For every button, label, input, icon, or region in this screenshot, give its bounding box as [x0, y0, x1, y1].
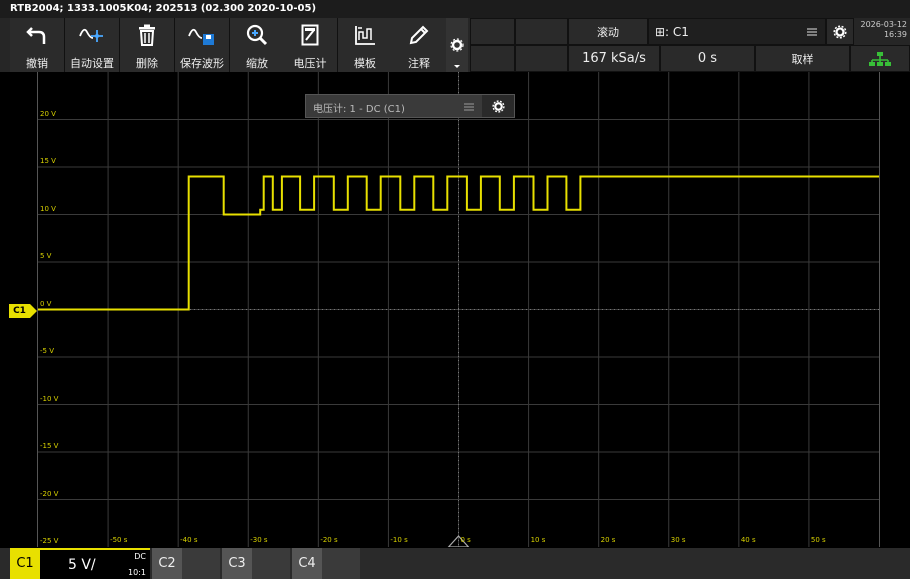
voltmeter-panel[interactable]: 电压计: 1 - DC (C1) [305, 94, 515, 118]
c3-scale-slot[interactable] [252, 548, 290, 579]
title-text: RTB2004; 1333.1005K04; 202513 (02.300 20… [10, 3, 317, 14]
mask-button[interactable]: 模板 [338, 18, 393, 72]
channel-c4-button[interactable]: C4 [292, 548, 322, 579]
status-slot-1 [470, 18, 515, 45]
waveform-plot[interactable]: 20 V 15 V 10 V 5 V 0 V -5 V -10 V -15 V -20 V -25… [37, 72, 880, 547]
x-tick-label: -30 s [250, 536, 268, 544]
c1-vertical-scale[interactable]: 5 V/ DC 10:1 [40, 548, 150, 579]
c3-label: C3 [228, 556, 246, 571]
save-waveform-icon [188, 28, 214, 45]
settings-icon [450, 38, 464, 68]
voltmeter-button[interactable]: 电压计 [283, 18, 338, 72]
delete-label: 删除 [136, 57, 158, 70]
x-tick-label: -10 s [390, 536, 408, 544]
toolbar-more-button[interactable] [446, 18, 468, 72]
x-tick-label: 0 s [460, 536, 471, 544]
trigger-source-text: ⊞: C1 [655, 24, 689, 39]
network-icon [869, 51, 891, 66]
gear-icon [491, 99, 505, 113]
y-tick-label: 20 V [40, 109, 56, 118]
y-tick-label: -15 V [40, 442, 59, 450]
network-status [850, 45, 910, 72]
c4-label: C4 [298, 556, 316, 571]
trash-icon [139, 24, 155, 46]
gear-icon [833, 24, 847, 39]
x-tick-label: 30 s [670, 536, 686, 544]
c2-label: C2 [158, 556, 176, 571]
c2-scale-slot[interactable] [182, 548, 220, 579]
c1-scale: 5 V/ [68, 557, 96, 573]
save-waveform-label: 保存波形 [180, 57, 224, 70]
pencil-icon [409, 25, 429, 45]
sample-rate-text: 167 kSa/s [582, 51, 646, 66]
c1-probe: 10:1 [128, 568, 146, 577]
y-tick-label: 5 V [40, 252, 52, 260]
c4-scale-slot[interactable] [322, 548, 360, 579]
x-tick-label: 10 s [530, 536, 546, 544]
mask-label: 模板 [354, 57, 376, 70]
y-tick-label: -5 V [40, 347, 54, 355]
x-tick-label: 50 s [810, 536, 826, 544]
channel-bar: C1 5 V/ DC 10:1 C2 C3 C4 [0, 548, 910, 579]
list-icon [464, 103, 474, 111]
voltmeter-label: 电压计 [293, 57, 327, 70]
x-tick-label: -50 s [110, 536, 128, 544]
waveform-canvas [38, 72, 879, 547]
datetime: 2026-03-12 16:39 [854, 20, 910, 46]
delete-button[interactable]: 删除 [120, 18, 175, 72]
title-bar: RTB2004; 1333.1005K04; 202513 (02.300 20… [0, 0, 910, 19]
acquisition-mode[interactable]: 滚动 [568, 18, 648, 45]
annotation-button[interactable]: 注释 [392, 18, 447, 72]
autoset-button[interactable]: 自动设置 [65, 18, 120, 72]
autoset-label: 自动设置 [70, 57, 114, 70]
zoom-icon [246, 24, 268, 46]
voltmeter-icon [301, 24, 319, 46]
channel-c1-button[interactable]: C1 [10, 548, 40, 579]
voltmeter-settings-button[interactable] [482, 95, 514, 117]
channel-c2-button[interactable]: C2 [152, 548, 182, 579]
x-tick-label: 20 s [600, 536, 616, 544]
undo-button[interactable]: 撤销 [10, 18, 65, 72]
x-tick-label: -40 s [180, 536, 198, 544]
acquire-text: 取样 [791, 52, 814, 66]
annotation-label: 注释 [408, 57, 430, 70]
voltmeter-panel-label: 电压计: 1 - DC (C1) [313, 104, 405, 115]
toolbar: 撤销 自动设置 删除 保存波形 缩放 电压计 模板 注释 滚动 ⊞: C1 20… [0, 18, 910, 72]
c1-coupling: DC [134, 552, 146, 561]
acquisition-mode-text: 滚动 [597, 25, 619, 39]
y-tick-label: 10 V [40, 204, 56, 213]
acquire-button[interactable]: 取样 [755, 45, 850, 72]
c1-label: C1 [16, 556, 34, 571]
save-waveform-button[interactable]: 保存波形 [175, 18, 230, 72]
x-tick-label: -20 s [320, 536, 338, 544]
time-offset-text: 0 s [697, 51, 718, 66]
y-tick-label: -25 V [40, 537, 59, 545]
time-offset[interactable]: 0 s [660, 45, 755, 72]
trigger-settings-button[interactable] [826, 18, 854, 45]
status-slot-4 [515, 45, 568, 72]
y-tick-label: 0 V [40, 299, 52, 308]
x-tick-label: 40 s [740, 536, 756, 544]
undo-label: 撤销 [26, 57, 48, 70]
status-slot-3 [470, 45, 515, 72]
y-tick-label: 15 V [40, 157, 56, 165]
zoom-label: 缩放 [246, 57, 268, 70]
list-icon [807, 28, 817, 36]
channel-c3-button[interactable]: C3 [222, 548, 252, 579]
zoom-button[interactable]: 缩放 [230, 18, 285, 72]
y-tick-label: -10 V [40, 394, 59, 403]
channel-offset-arrow [30, 304, 37, 318]
sample-rate[interactable]: 167 kSa/s [568, 45, 660, 72]
time-text: 16:39 [883, 30, 907, 39]
channel-offset-marker[interactable]: C1 [9, 304, 30, 318]
date-text: 2026-03-12 [860, 20, 908, 29]
mask-icon [355, 26, 375, 45]
trigger-source[interactable]: ⊞: C1 [648, 18, 826, 45]
undo-icon [26, 27, 46, 44]
y-tick-label: -20 V [40, 489, 59, 498]
autoset-icon [79, 28, 103, 42]
status-slot-2 [515, 18, 568, 45]
